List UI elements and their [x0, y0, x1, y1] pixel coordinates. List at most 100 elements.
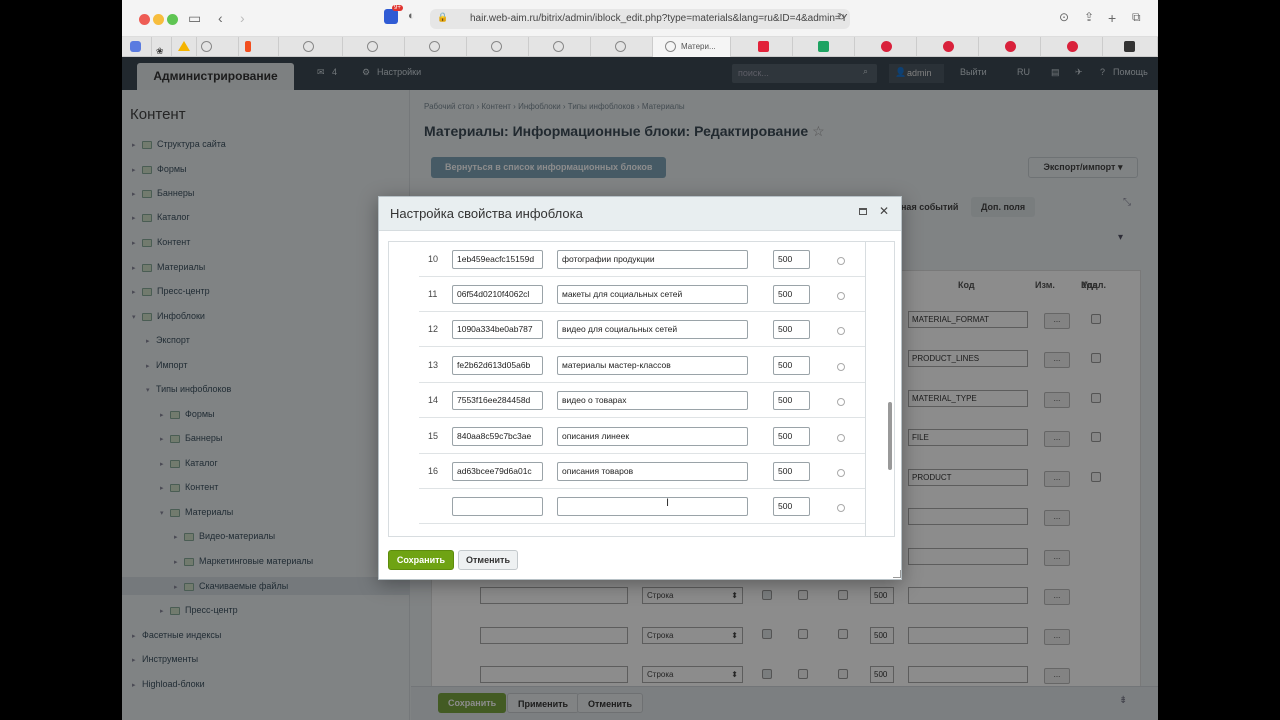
cancel-button[interactable]: Отменить — [458, 550, 518, 570]
tab-active[interactable]: Матери... — [653, 37, 731, 57]
sort-field[interactable]: 500 — [773, 356, 810, 375]
forward-icon[interactable]: › — [240, 10, 245, 26]
sort-field[interactable]: 500 — [773, 250, 810, 269]
browser-window: ▭ ‹ › 9+ ◐ hair.web-aim.ru/bitrix/admin/… — [122, 0, 1158, 720]
list-item: 13 fe2b62d613d05a6b материалы мастер-кла… — [419, 348, 865, 383]
tab[interactable] — [1041, 37, 1103, 57]
xml-id-field[interactable]: 840aa8c59c7bc3ae — [452, 427, 543, 446]
close-icon[interactable]: ✕ — [879, 204, 889, 218]
minimize-window-button[interactable] — [153, 14, 164, 25]
tab[interactable] — [197, 37, 239, 57]
sort-field[interactable]: 500 — [773, 462, 810, 481]
sort-field[interactable]: 500 — [773, 320, 810, 339]
maximize-icon[interactable] — [859, 208, 867, 215]
tab[interactable] — [343, 37, 405, 57]
download-icon[interactable]: ⊙ — [1059, 10, 1069, 24]
xml-id-field[interactable]: fe2b62d613d05a6b — [452, 356, 543, 375]
save-button[interactable]: Сохранить — [388, 550, 454, 570]
list-item: 12 1090a334be0ab787 видео для социальных… — [419, 312, 865, 347]
sort-field[interactable]: 500 — [773, 497, 810, 516]
list-item: 11 06f54d0210f4062cl макеты для социальн… — [419, 277, 865, 312]
tab[interactable] — [793, 37, 855, 57]
default-radio[interactable] — [837, 327, 845, 335]
drive-icon — [178, 41, 190, 51]
tab-favicon-icon — [201, 41, 212, 52]
close-window-button[interactable] — [139, 14, 150, 25]
row-number: 15 — [428, 431, 439, 441]
tab[interactable] — [1103, 37, 1158, 57]
tab[interactable] — [279, 37, 343, 57]
tab-favicon-icon — [303, 41, 314, 52]
dialog-body: 10 1eb459eacfc15159d фотографии продукци… — [388, 241, 895, 537]
default-radio[interactable] — [837, 504, 845, 512]
row-number: 16 — [428, 466, 439, 476]
default-radio[interactable] — [837, 363, 845, 371]
default-radio[interactable] — [837, 292, 845, 300]
extension-icon[interactable] — [384, 9, 398, 24]
value-field[interactable]: фотографии продукции — [557, 250, 748, 269]
xml-id-field[interactable] — [452, 497, 543, 516]
dialog-header[interactable]: Настройка свойства инфоблока ✕ — [379, 197, 901, 231]
url-bar[interactable]: hair.web-aim.ru/bitrix/admin/iblock_edit… — [430, 9, 850, 29]
xml-id-field[interactable]: ad63bcee79d6a01c — [452, 462, 543, 481]
lock-icon: 🔒 — [437, 12, 449, 22]
row-number: 11 — [428, 289, 438, 299]
list-item: 15 840aa8c59c7bc3ae описания линеек 500 — [419, 419, 865, 454]
value-field[interactable]: макеты для социальных сетей — [557, 285, 748, 304]
tab[interactable] — [917, 37, 979, 57]
zoom-window-button[interactable] — [167, 14, 178, 25]
tab[interactable] — [172, 37, 197, 57]
tab-label: Матери... — [681, 42, 716, 51]
value-field[interactable]: описания товаров — [557, 462, 748, 481]
shield-icon[interactable]: ◐ — [408, 10, 415, 22]
browser-titlebar: ▭ ‹ › 9+ ◐ hair.web-aim.ru/bitrix/admin/… — [122, 0, 1158, 37]
sidebar-toggle-icon[interactable]: ▭ — [188, 10, 201, 27]
tab[interactable]: ❀ — [152, 37, 172, 57]
resize-handle[interactable] — [893, 570, 901, 578]
row-number: 13 — [428, 360, 439, 370]
sort-field[interactable]: 500 — [773, 285, 810, 304]
tab-favicon-icon — [1124, 41, 1135, 52]
scrollbar[interactable] — [888, 402, 892, 470]
tab-favicon-icon — [491, 41, 502, 52]
divider — [865, 242, 866, 536]
tab[interactable] — [122, 37, 152, 57]
xml-id-field[interactable]: 06f54d0210f4062cl — [452, 285, 543, 304]
tab[interactable] — [979, 37, 1041, 57]
xml-id-field[interactable]: 7553f16ee284458d — [452, 391, 543, 410]
xml-id-field[interactable]: 1eb459eacfc15159d — [452, 250, 543, 269]
tab[interactable] — [405, 37, 467, 57]
tab[interactable] — [467, 37, 529, 57]
default-radio[interactable] — [837, 469, 845, 477]
dialog-title: Настройка свойства инфоблока — [390, 206, 583, 221]
tab[interactable] — [855, 37, 917, 57]
default-radio[interactable] — [837, 257, 845, 265]
row-number: 12 — [428, 324, 439, 334]
tab[interactable] — [239, 37, 279, 57]
tab[interactable] — [731, 37, 793, 57]
sort-field[interactable]: 500 — [773, 427, 810, 446]
xml-id-field[interactable]: 1090a334be0ab787 — [452, 320, 543, 339]
tab-favicon-icon — [1067, 41, 1078, 52]
tab-favicon-icon — [943, 41, 954, 52]
value-field[interactable]: описания линеек — [557, 427, 748, 446]
value-field[interactable]: материалы мастер-классов — [557, 356, 748, 375]
back-icon[interactable]: ‹ — [218, 10, 223, 26]
tab[interactable] — [529, 37, 591, 57]
default-radio[interactable] — [837, 434, 845, 442]
new-tab-icon[interactable]: + — [1108, 10, 1116, 26]
value-field[interactable] — [557, 497, 748, 516]
property-settings-dialog: Настройка свойства инфоблока ✕ 10 1eb459… — [378, 196, 902, 580]
tab-favicon-icon — [881, 41, 892, 52]
list-item: 16 ad63bcee79d6a01c описания товаров 500 — [419, 454, 865, 489]
figma-icon — [245, 41, 251, 52]
share-icon[interactable]: ⇪ — [1084, 10, 1094, 24]
tabs-overview-icon[interactable]: ⧉ — [1132, 10, 1141, 25]
reload-icon[interactable]: ↻ — [837, 12, 845, 23]
value-field[interactable]: видео для социальных сетей — [557, 320, 748, 339]
value-field[interactable]: видео о товарах — [557, 391, 748, 410]
tab[interactable] — [591, 37, 653, 57]
tab-favicon-icon — [758, 41, 769, 52]
default-radio[interactable] — [837, 398, 845, 406]
sort-field[interactable]: 500 — [773, 391, 810, 410]
